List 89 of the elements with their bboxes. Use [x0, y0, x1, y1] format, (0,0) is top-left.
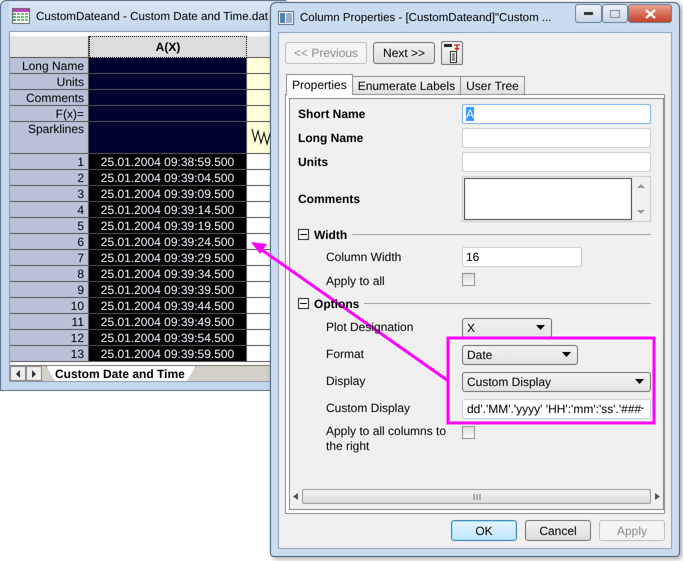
close-icon — [644, 8, 656, 18]
scrollbar-thumb[interactable] — [302, 489, 651, 504]
field-label: Custom Display — [326, 401, 412, 416]
row-number: 11 — [10, 314, 89, 330]
table-cell: 25.01.2004 09:39:54.500 — [89, 330, 247, 346]
dropdown-arrow-icon — [562, 352, 571, 357]
collapse-icon[interactable] — [298, 298, 309, 309]
column-list-button[interactable] — [441, 41, 464, 65]
label-cell[interactable] — [89, 122, 247, 154]
row-number: 6 — [10, 234, 89, 250]
dropdown[interactable]: X — [462, 318, 552, 338]
minimize-icon — [584, 12, 593, 15]
field-label: Format — [326, 347, 366, 362]
text-field[interactable] — [462, 152, 651, 172]
table-cell: 25.01.2004 09:39:44.500 — [89, 298, 247, 314]
dialog-button[interactable]: OK — [451, 520, 517, 541]
worksheet-icon — [12, 8, 30, 24]
column-list-icon — [443, 43, 462, 63]
section-title: Width — [314, 228, 348, 242]
window-title: CustomDateand - Custom Date and Time.dat — [36, 10, 268, 22]
column-header[interactable]: A(X) — [89, 36, 247, 58]
minimize-button[interactable] — [575, 4, 602, 23]
row-number: 13 — [10, 346, 89, 362]
dialog-button[interactable]: Cancel — [525, 520, 591, 541]
row-number: 7 — [10, 250, 89, 266]
dropdown[interactable]: Custom Display — [462, 372, 651, 392]
checkbox[interactable] — [462, 426, 475, 439]
scroll-left-button[interactable] — [10, 366, 26, 381]
scroll-right-icon[interactable] — [655, 493, 660, 500]
table-cell: 25.01.2004 09:39:34.500 — [89, 266, 247, 282]
field-label: Column Width — [326, 250, 402, 264]
row-label: Comments — [10, 90, 89, 106]
label-cell[interactable] — [89, 106, 247, 122]
maximize-icon — [610, 10, 620, 18]
window-icon — [278, 10, 294, 24]
table-cell: 25.01.2004 09:39:49.500 — [89, 314, 247, 330]
table-cell: 25.01.2004 09:39:14.500 — [89, 202, 247, 218]
dropdown[interactable]: Date — [462, 344, 578, 364]
field-label: Units — [298, 154, 329, 170]
scroll-left-icon[interactable] — [293, 493, 298, 500]
text-field[interactable]: 16 — [462, 247, 582, 267]
table-cell: 25.01.2004 09:38:59.500 — [89, 154, 247, 170]
row-number: 9 — [10, 282, 89, 298]
table-cell: 25.01.2004 09:39:59.500 — [89, 346, 247, 362]
dropdown-arrow-icon — [536, 325, 545, 330]
dropdown-arrow-icon — [635, 379, 644, 384]
row-number: 10 — [10, 298, 89, 314]
field-label: Display — [326, 374, 366, 389]
row-label: Long Name — [10, 58, 89, 74]
close-button[interactable] — [628, 4, 672, 23]
row-number: 2 — [10, 170, 89, 186]
table-cell: 25.01.2004 09:39:24.500 — [89, 234, 247, 250]
field-label: Short Name — [298, 106, 366, 122]
field-label: Apply to all columns to the right — [326, 424, 448, 454]
label-cell[interactable] — [89, 74, 247, 90]
tab[interactable]: Properties — [286, 74, 353, 95]
label-cell[interactable] — [89, 58, 247, 74]
checkbox[interactable] — [462, 273, 475, 286]
table-cell: 25.01.2004 09:39:29.500 — [89, 250, 247, 266]
text-field[interactable] — [462, 128, 651, 148]
field-label: Comments — [298, 192, 362, 206]
left-arrow-icon — [15, 370, 21, 378]
right-arrow-icon — [31, 370, 37, 378]
combo-box[interactable]: dd'.'MM'.'yyyy' 'HH':'mm':'ss'.'### — [462, 398, 651, 418]
row-number: 3 — [10, 186, 89, 202]
field-label: Long Name — [298, 130, 364, 146]
row-label: Units — [10, 74, 89, 90]
table-cell: 25.01.2004 09:39:04.500 — [89, 170, 247, 186]
row-number: 4 — [10, 202, 89, 218]
table-cell: 25.01.2004 09:39:39.500 — [89, 282, 247, 298]
scroll-right-button[interactable] — [26, 366, 42, 381]
horizontal-scrollbar[interactable] — [290, 488, 663, 505]
row-number: 5 — [10, 218, 89, 234]
sheet-tab[interactable]: Custom Date and Time — [46, 366, 196, 381]
window-title: Column Properties - [CustomDateand]"Custom ... — [300, 12, 552, 24]
tab[interactable]: User Tree — [460, 76, 525, 95]
tab[interactable]: Enumerate Labels — [352, 76, 462, 95]
row-number: 8 — [10, 266, 89, 282]
label-cell[interactable] — [89, 90, 247, 106]
table-cell: 25.01.2004 09:39:19.500 — [89, 218, 247, 234]
nav-button[interactable]: Next >> — [373, 42, 436, 64]
row-label: F(x)= — [10, 106, 89, 122]
row-number: 12 — [10, 330, 89, 346]
collapse-icon[interactable] — [298, 229, 309, 240]
row-label: Sparklines — [10, 122, 89, 154]
field-label: Apply to all — [326, 274, 386, 288]
table-cell: 25.01.2004 09:39:09.500 — [89, 186, 247, 202]
row-number: 1 — [10, 154, 89, 170]
maximize-button[interactable] — [602, 4, 628, 23]
